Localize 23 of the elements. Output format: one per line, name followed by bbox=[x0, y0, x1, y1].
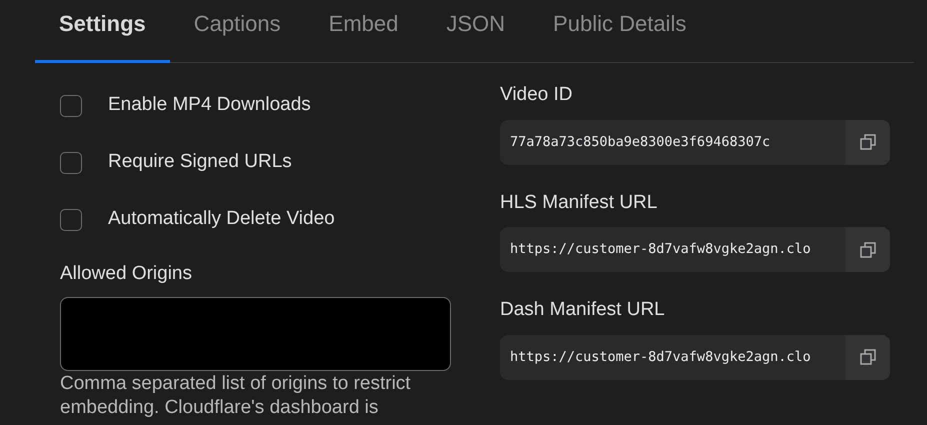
checkbox-label: Require Signed URLs bbox=[108, 150, 292, 174]
tab[interactable]: Settings bbox=[35, 0, 170, 63]
checkbox[interactable] bbox=[60, 208, 82, 230]
copy-button[interactable] bbox=[845, 334, 890, 380]
field-label: Video ID bbox=[500, 83, 574, 107]
copy-icon bbox=[858, 133, 876, 151]
tab[interactable]: Captions bbox=[170, 0, 305, 63]
checkbox-label: Enable MP4 Downloads bbox=[108, 93, 311, 118]
checkbox-label: Automatically Delete Video bbox=[108, 207, 335, 232]
tab[interactable]: JSON bbox=[422, 0, 530, 63]
copy-icon bbox=[858, 240, 876, 258]
copy-button[interactable] bbox=[845, 227, 890, 272]
field-label: Dash Manifest URL bbox=[500, 298, 666, 322]
field-label: HLS Manifest URL bbox=[500, 190, 658, 214]
tab[interactable]: Public Details bbox=[529, 0, 710, 63]
copy-icon bbox=[858, 348, 876, 366]
tab[interactable]: Embed bbox=[304, 0, 422, 63]
checkbox[interactable] bbox=[60, 94, 82, 116]
checkbox[interactable] bbox=[60, 152, 82, 174]
origins-input[interactable] bbox=[60, 296, 451, 370]
field-label: Allowed Origins bbox=[60, 262, 193, 286]
help-text: Comma separated list of origins to restrict embedding. Cloudflare's dashboard is bbox=[60, 372, 412, 420]
copy-button[interactable] bbox=[845, 120, 890, 164]
